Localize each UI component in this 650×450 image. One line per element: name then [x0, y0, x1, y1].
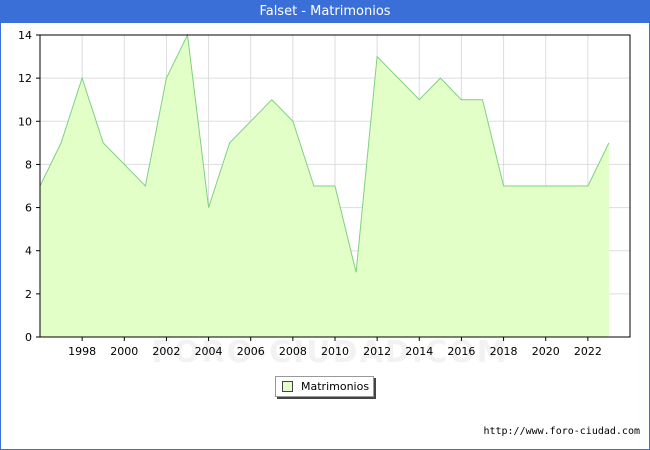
x-tick-label: 1998	[68, 345, 96, 358]
x-tick-label: 2018	[490, 345, 518, 358]
x-tick-label: 2012	[363, 345, 391, 358]
y-tick-label: 2	[25, 288, 32, 301]
x-tick-label: 2006	[237, 345, 265, 358]
y-tick-label: 14	[18, 29, 32, 42]
x-tick-label: 2016	[447, 345, 475, 358]
y-tick-label: 12	[18, 72, 32, 85]
y-tick-label: 10	[18, 115, 32, 128]
legend-label: Matrimonios	[301, 380, 370, 393]
x-tick-label: 2020	[532, 345, 560, 358]
area-series	[39, 33, 610, 337]
x-tick-label: 2008	[279, 345, 307, 358]
y-tick-label: 4	[25, 245, 32, 258]
x-tick-label: 2002	[152, 345, 180, 358]
legend: Matrimonios	[275, 376, 374, 397]
source-link[interactable]: http://www.foro-ciudad.com	[483, 426, 640, 437]
x-tick-label: 2022	[574, 345, 602, 358]
x-tick-label: 2000	[110, 345, 138, 358]
y-axis-tick-labels: 0 2 4 6 8 10 12 14	[18, 29, 32, 344]
legend-swatch	[282, 381, 293, 392]
x-tick-label: 2014	[405, 345, 433, 358]
x-tick-label: 2004	[195, 345, 223, 358]
y-tick-label: 8	[25, 158, 32, 171]
x-axis-tick-labels: 1998 2000 2002 2004 2006 2008 2010 2012 2014 2016…	[68, 345, 602, 358]
y-tick-label: 0	[25, 331, 32, 344]
y-tick-label: 6	[25, 202, 32, 215]
x-tick-label: 2010	[321, 345, 349, 358]
